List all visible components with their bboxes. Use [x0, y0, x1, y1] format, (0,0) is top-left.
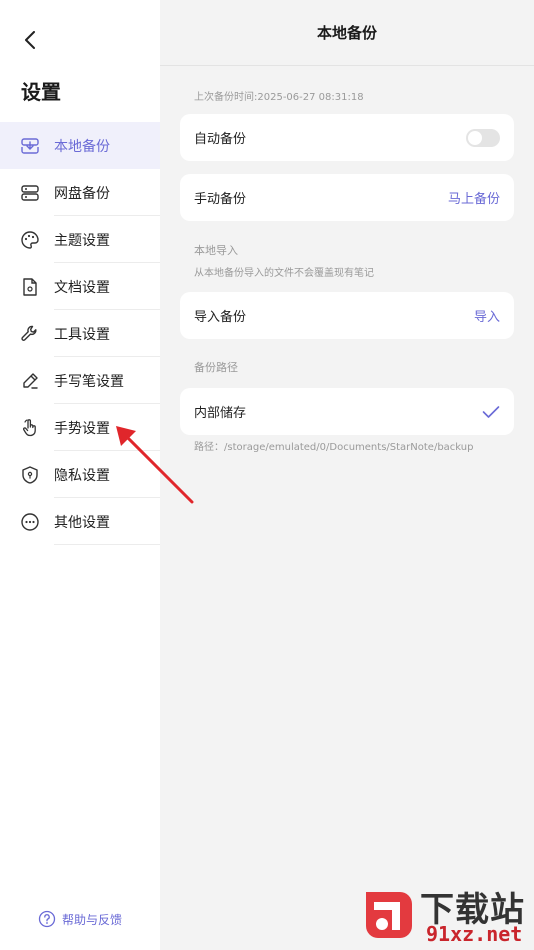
watermark: 下载站 91xz.net	[360, 882, 532, 948]
manual-backup-label: 手动备份	[194, 192, 247, 207]
back-button[interactable]	[18, 28, 42, 52]
palette-icon	[20, 230, 40, 250]
sidebar-item-theme[interactable]: 主题设置	[0, 216, 160, 263]
sidebar-item-document[interactable]: 文档设置	[0, 263, 160, 310]
sidebar-item-label: 手势设置	[54, 420, 110, 437]
chevron-left-icon	[25, 31, 35, 49]
toggle-knob	[468, 130, 482, 145]
internal-storage-option[interactable]: 内部储存	[180, 388, 514, 435]
header: 本地备份	[160, 0, 534, 66]
auto-backup-label: 自动备份	[194, 132, 247, 147]
pen-icon	[20, 371, 40, 391]
sidebar-item-local-backup[interactable]: 本地备份	[0, 122, 160, 169]
sidebar-item-label: 其他设置	[54, 514, 110, 531]
import-section-title: 本地导入	[194, 244, 238, 257]
main-panel: 本地备份 上次备份时间:2025-06-27 08:31:18 自动备份 手动备…	[160, 0, 534, 950]
help-feedback-link[interactable]: 帮助与反馈	[38, 910, 122, 928]
sidebar-item-tools[interactable]: 工具设置	[0, 310, 160, 357]
page-title: 本地备份	[316, 24, 377, 42]
sidebar-item-label: 本地备份	[54, 138, 110, 155]
gesture-hand-icon	[20, 418, 40, 438]
sidebar-item-label: 网盘备份	[54, 185, 110, 202]
sidebar-item-label: 工具设置	[54, 326, 110, 343]
sidebar-item-label: 主题设置	[54, 232, 110, 249]
red-annotation-arrow	[116, 426, 194, 504]
sidebar-item-cloud-backup[interactable]: 网盘备份	[0, 169, 160, 216]
document-icon	[20, 277, 40, 297]
internal-storage-label: 内部储存	[194, 406, 247, 421]
local-backup-icon	[20, 136, 40, 156]
check-icon	[482, 405, 500, 418]
shield-icon	[20, 465, 40, 485]
import-backup-label: 导入备份	[194, 310, 247, 325]
auto-backup-row: 自动备份	[180, 114, 514, 161]
watermark-domain: 91xz.net	[426, 922, 523, 946]
last-backup-time: 上次备份时间:2025-06-27 08:31:18	[194, 92, 364, 103]
cloud-disk-icon	[20, 183, 40, 203]
sidebar-item-label: 文档设置	[54, 279, 110, 296]
more-dots-icon	[20, 512, 40, 532]
backup-path: 路径：/storage/emulated/0/Documents/StarNot…	[194, 442, 474, 453]
import-button[interactable]: 导入	[474, 306, 500, 325]
help-circle-icon	[38, 910, 56, 928]
sidebar-title: 设置	[21, 80, 61, 104]
help-feedback-label: 帮助与反馈	[62, 912, 123, 927]
sidebar-item-label: 隐私设置	[54, 467, 110, 484]
sidebar-item-label: 手写笔设置	[54, 373, 124, 390]
site-logo-icon	[366, 892, 412, 938]
path-section-title: 备份路径	[194, 361, 238, 374]
import-backup-row: 导入备份 导入	[180, 292, 514, 339]
manual-backup-row: 手动备份 马上备份	[180, 174, 514, 221]
sidebar-item-stylus[interactable]: 手写笔设置	[0, 357, 160, 404]
import-note: 从本地备份导入的文件不会覆盖现有笔记	[194, 268, 374, 279]
divider	[54, 544, 160, 545]
backup-now-button[interactable]: 马上备份	[448, 188, 500, 207]
auto-backup-toggle[interactable]	[466, 128, 500, 147]
wrench-icon	[20, 324, 40, 344]
